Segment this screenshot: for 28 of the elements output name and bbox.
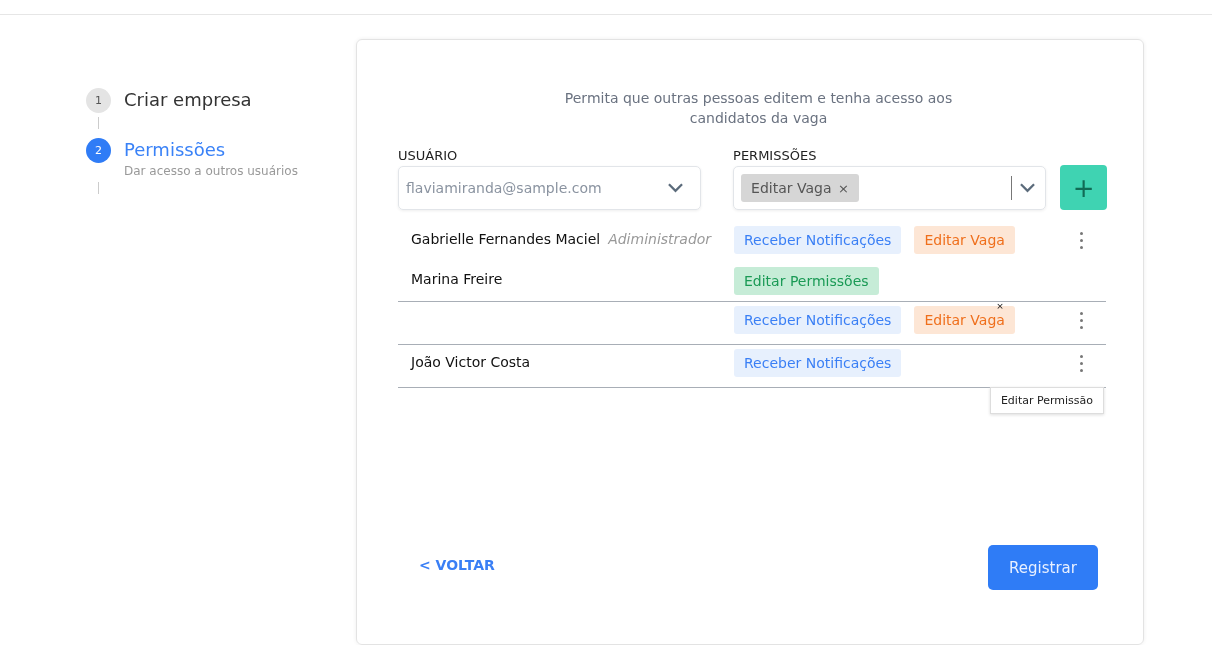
step-title[interactable]: Permissões — [124, 137, 298, 163]
tooltip: Editar Permissão — [989, 387, 1104, 414]
user-name: Marina Freire — [411, 271, 503, 287]
chevron-down-icon[interactable] — [1020, 183, 1036, 193]
step-subtitle: Dar acesso a outros usuários — [124, 164, 298, 178]
field-label: PERMISSÕES — [733, 148, 818, 163]
add-button[interactable]: + — [1060, 165, 1107, 210]
user-role: Adiministrador — [608, 231, 712, 247]
field-label: USUÁRIO — [398, 148, 459, 163]
permission-tag: Receber Notificações — [734, 226, 902, 254]
permission-tag: Editar Vaga — [914, 226, 1015, 254]
user-select[interactable]: flaviamiranda@sample.com — [398, 166, 702, 210]
permission-tag: Receber Notificações — [734, 306, 902, 334]
permission-tag: Editar Permissões — [734, 267, 879, 295]
chevron-down-icon[interactable] — [668, 183, 684, 193]
permission-chip[interactable]: Editar Vaga × — [741, 174, 859, 202]
step-title[interactable]: Criar empresa — [124, 87, 252, 113]
permission-tag: Receber Notificações — [734, 349, 902, 377]
user-name: João Victor Costa — [411, 354, 531, 370]
step-number[interactable]: 2 — [86, 138, 111, 163]
permission-tag: Editar Vaga × — [914, 306, 1015, 334]
intro-text: Permita que outras pessoas editem e tenha acesso aos candidatos da vaga — [563, 89, 954, 128]
step-number[interactable]: 1 — [86, 88, 111, 113]
permissions-select[interactable]: Editar Vaga × — [733, 166, 1047, 210]
register-button[interactable]: Registrar — [988, 545, 1098, 590]
remove-icon[interactable]: × — [837, 181, 849, 196]
user-name: Gabrielle Fernandes Maciel — [411, 231, 601, 247]
back-link[interactable]: < VOLTAR — [419, 556, 495, 573]
